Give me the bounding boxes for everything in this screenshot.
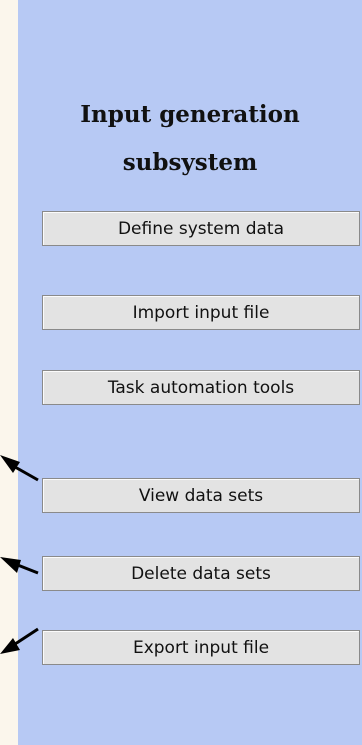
import-input-file-button[interactable]: Import input file <box>42 295 360 330</box>
panel-title-line2: subsystem <box>122 149 258 176</box>
view-data-sets-button[interactable]: View data sets <box>42 478 360 513</box>
panel-title-line1: Input generation <box>80 101 300 128</box>
define-system-data-button[interactable]: Define system data <box>42 211 360 246</box>
input-generation-panel: Input generation subsystem Define system… <box>18 0 362 745</box>
delete-data-sets-button[interactable]: Delete data sets <box>42 556 360 591</box>
task-automation-tools-button[interactable]: Task automation tools <box>42 370 360 405</box>
export-input-file-button[interactable]: Export input file <box>42 630 360 665</box>
